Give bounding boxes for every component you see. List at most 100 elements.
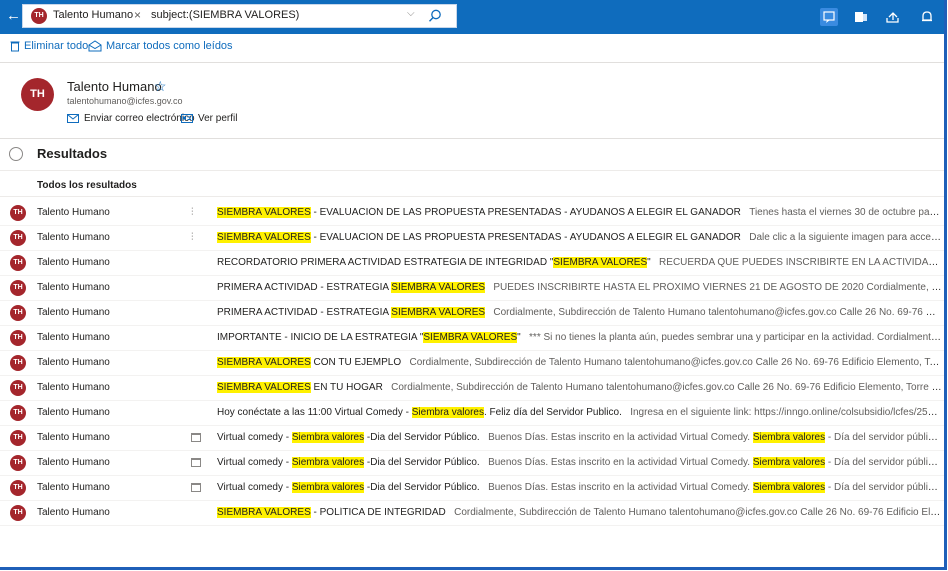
contact-email: talentohumano@icfes.gov.co bbox=[67, 96, 183, 106]
search-highlight: SIEMBRA VALORES bbox=[423, 332, 518, 343]
chip-label: Talento Humano bbox=[53, 9, 134, 21]
sender-name: Talento Humano bbox=[37, 257, 110, 268]
message-row[interactable]: TH Talento Humano SIEMBRA VALORES CON TU E… bbox=[0, 351, 944, 376]
text-segment: Ingresa en el siguiente link: https://in… bbox=[630, 407, 942, 418]
text-segment: . Feliz día del Servidor Publico. bbox=[484, 407, 622, 418]
message-summary: SIEMBRA VALORES EN TU HOGAR Cordialmente… bbox=[217, 382, 942, 393]
message-summary: IMPORTANTE - INICIO DE LA ESTRATEGIA "SI… bbox=[217, 332, 942, 343]
bell-icon[interactable] bbox=[918, 8, 936, 26]
sender-avatar: TH bbox=[10, 305, 26, 321]
message-summary: SIEMBRA VALORES - POLÍTICA DE INTEGRIDAD… bbox=[217, 507, 942, 518]
text-segment: Dale clic a la siguiente imagen para acc… bbox=[749, 232, 942, 243]
mail-icon bbox=[67, 114, 79, 123]
message-row[interactable]: TH Talento Humano IMPORTANTE - INICIO DE L… bbox=[0, 326, 944, 351]
search-highlight: SIEMBRA VALORES bbox=[217, 207, 311, 218]
message-preview: Cordialmente, Subdirección de Talento Hu… bbox=[409, 357, 942, 368]
message-preview: *** Si no tienes la planta aún, puedes s… bbox=[529, 332, 942, 343]
text-segment: Hoy conéctate a las 11:00 Virtual Comedy… bbox=[217, 407, 412, 418]
message-subject: PRIMERA ACTIVIDAD - ESTRATEGIA SIEMBRA V… bbox=[217, 307, 486, 318]
text-segment: Cordialmente, Subdirección de Talento Hu… bbox=[454, 507, 942, 518]
message-row[interactable]: TH Talento Humano Virtual comedy - Siembra… bbox=[0, 451, 944, 476]
message-subject: Hoy conéctate a las 11:00 Virtual Comedy… bbox=[217, 407, 622, 418]
sender-avatar: TH bbox=[10, 505, 26, 521]
sender-name: Talento Humano bbox=[37, 457, 110, 468]
sender-avatar: TH bbox=[10, 230, 26, 246]
envelope-open-icon bbox=[88, 40, 102, 52]
message-preview: Cordialmente, Subdirección de Talento Hu… bbox=[391, 382, 942, 393]
sender-avatar: TH bbox=[10, 255, 26, 271]
text-segment: Cordialmente, Subdirección de Talento Hu… bbox=[409, 357, 942, 368]
divider bbox=[0, 170, 944, 171]
search-highlight: SIEMBRA VALORES bbox=[217, 382, 311, 393]
message-subject: SIEMBRA VALORES - EVALUACIÓN DE LAS PROP… bbox=[217, 232, 741, 243]
sender-name: Talento Humano bbox=[37, 332, 110, 343]
message-subject: PRIMERA ACTIVIDAD - ESTRATEGIA SIEMBRA V… bbox=[217, 282, 486, 293]
message-preview: Buenos Días. Estas inscrito en la activi… bbox=[488, 482, 942, 493]
search-highlight: SIEMBRA VALORES bbox=[217, 507, 311, 518]
contact-name: Talento Humano bbox=[67, 79, 162, 94]
message-row[interactable]: TH Talento Humano Virtual comedy - Siembra… bbox=[0, 476, 944, 501]
message-row[interactable]: TH Talento Humano PRIMERA ACTIVIDAD - ESTR… bbox=[0, 276, 944, 301]
message-preview: Cordialmente, Subdirección de Talento Hu… bbox=[454, 507, 942, 518]
message-summary: Virtual comedy - Siembra valores -Dia de… bbox=[217, 482, 942, 493]
sender-name: Talento Humano bbox=[37, 432, 110, 443]
text-segment: Cordialmente, Subdirección de Talento Hu… bbox=[391, 382, 942, 393]
message-preview: Tienes hasta el viernes 30 de octubre pa… bbox=[749, 207, 942, 218]
message-preview: Buenos Días. Estas inscrito en la activi… bbox=[488, 457, 942, 468]
message-row[interactable]: TH Talento Humano ⫶ SIEMBRA VALORES - EVALU… bbox=[0, 201, 944, 226]
send-email-button[interactable]: Enviar correo electrónico bbox=[67, 113, 195, 124]
send-email-label: Enviar correo electrónico bbox=[84, 113, 195, 124]
search-query[interactable]: subject:(SIEMBRA VALORES) bbox=[151, 9, 299, 21]
text-segment: Virtual comedy - bbox=[217, 457, 292, 468]
meet-now-icon[interactable] bbox=[820, 8, 838, 26]
message-subject: IMPORTANTE - INICIO DE LA ESTRATEGIA "SI… bbox=[217, 332, 521, 343]
search-icon[interactable] bbox=[427, 8, 443, 24]
chip-close-icon[interactable]: × bbox=[134, 8, 141, 22]
calendar-icon bbox=[191, 458, 201, 467]
message-row[interactable]: TH Talento Humano Virtual comedy - Siembra… bbox=[0, 426, 944, 451]
message-row[interactable]: TH Talento Humano SIEMBRA VALORES - POLÍTI… bbox=[0, 501, 944, 526]
text-segment: - POLÍTICA DE INTEGRIDAD bbox=[310, 507, 446, 518]
mark-all-read-button[interactable]: Marcar todos como leídos bbox=[88, 40, 233, 52]
search-box[interactable]: TH Talento Humano × subject:(SIEMBRA VAL… bbox=[22, 4, 457, 28]
message-summary: Virtual comedy - Siembra valores -Dia de… bbox=[217, 457, 942, 468]
message-preview: Cordialmente, Subdirección de Talento Hu… bbox=[493, 307, 942, 318]
message-row[interactable]: TH Talento Humano ⫶ SIEMBRA VALORES - EVALU… bbox=[0, 226, 944, 251]
search-highlight: SIEMBRA VALORES bbox=[391, 307, 486, 318]
all-results-heading: Todos los resultados bbox=[37, 180, 137, 191]
share-icon[interactable] bbox=[884, 8, 902, 26]
results-title: Resultados bbox=[37, 146, 108, 161]
search-highlight: Siembra valores bbox=[411, 407, 484, 418]
text-segment: -Dia del Servidor Público. bbox=[364, 482, 480, 493]
teams-icon[interactable] bbox=[852, 8, 870, 26]
message-row[interactable]: TH Talento Humano Hoy conéctate a las 11:0… bbox=[0, 401, 944, 426]
sender-avatar: TH bbox=[10, 480, 26, 496]
text-segment: PRIMERA ACTIVIDAD - ESTRATEGIA bbox=[217, 282, 392, 293]
message-summary: SIEMBRA VALORES - EVALUACIÓN DE LAS PROP… bbox=[217, 232, 942, 243]
message-subject: RECORDATORIO PRIMERA ACTIVIDAD ESTRATEGI… bbox=[217, 257, 651, 268]
sender-name: Talento Humano bbox=[37, 307, 110, 318]
text-segment: RECORDATORIO PRIMERA ACTIVIDAD ESTRATEGI… bbox=[217, 257, 554, 268]
text-segment: Buenos Días. Estas inscrito en la activi… bbox=[488, 482, 753, 493]
back-arrow-icon[interactable]: ← bbox=[6, 8, 21, 24]
message-summary: PRIMERA ACTIVIDAD - ESTRATEGIA SIEMBRA V… bbox=[217, 282, 942, 293]
message-preview: RECUERDA QUE PUEDES INSCRIBIRTE EN LA AC… bbox=[659, 257, 942, 268]
message-subject: Virtual comedy - Siembra valores -Dia de… bbox=[217, 482, 480, 493]
sender-avatar: TH bbox=[10, 355, 26, 371]
select-all-checkbox[interactable] bbox=[9, 147, 23, 161]
calendar-icon bbox=[191, 433, 201, 442]
message-preview: Ingresa en el siguiente link: https://in… bbox=[630, 407, 942, 418]
view-profile-button[interactable]: Ver perfil bbox=[181, 113, 237, 124]
calendar-icon bbox=[191, 483, 201, 492]
chevron-down-icon[interactable]: ⌵ bbox=[407, 8, 415, 19]
message-preview: Dale clic a la siguiente imagen para acc… bbox=[749, 232, 942, 243]
delete-all-button[interactable]: Eliminar todo bbox=[10, 40, 88, 52]
sender-avatar: TH bbox=[10, 330, 26, 346]
message-row[interactable]: TH Talento Humano RECORDATORIO PRIMERA ACT… bbox=[0, 251, 944, 276]
message-row[interactable]: TH Talento Humano SIEMBRA VALORES EN TU HO… bbox=[0, 376, 944, 401]
message-row[interactable]: TH Talento Humano PRIMERA ACTIVIDAD - ESTR… bbox=[0, 301, 944, 326]
text-segment: PRIMERA ACTIVIDAD - ESTRATEGIA bbox=[217, 307, 392, 318]
top-bar: ← TH Talento Humano × subject:(SIEMBRA V… bbox=[0, 0, 944, 34]
message-summary: RECORDATORIO PRIMERA ACTIVIDAD ESTRATEGI… bbox=[217, 257, 942, 268]
star-icon[interactable]: ☆ bbox=[154, 78, 167, 95]
